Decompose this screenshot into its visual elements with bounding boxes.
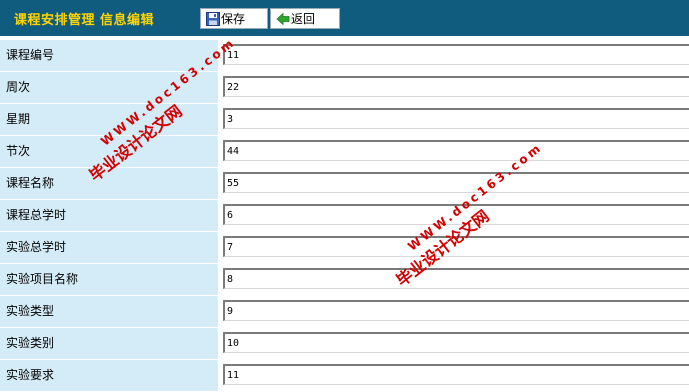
field-input-course-id[interactable]: 11 [223, 44, 689, 65]
field-label: 实验项目名称 [0, 264, 218, 295]
save-button-label: 保存 [221, 12, 246, 26]
back-button-label: 返回 [291, 12, 316, 26]
form-row-weekday: 星期 3 [0, 104, 689, 136]
field-input-lab-hours[interactable]: 7 [223, 236, 689, 257]
field-input-lab-type[interactable]: 9 [223, 300, 689, 321]
field-label: 节次 [0, 136, 218, 167]
form-row-lab-category: 实验类别 10 [0, 328, 689, 360]
field-input-week[interactable]: 22 [223, 76, 689, 97]
form-row-course-name: 课程名称 55 [0, 168, 689, 200]
form-row-period: 节次 44 [0, 136, 689, 168]
field-label: 课程编号 [0, 40, 218, 71]
form-row-lab-requirement: 实验要求 11 [0, 360, 689, 392]
field-label: 实验要求 [0, 360, 218, 391]
back-button[interactable]: 返回 [270, 8, 340, 29]
header-bar: 课程安排管理 信息编辑 保存 返回 [0, 0, 689, 36]
field-input-lab-project[interactable]: 8 [223, 268, 689, 289]
field-label: 实验类型 [0, 296, 218, 327]
field-input-lab-requirement[interactable]: 11 [223, 364, 689, 385]
field-label: 实验总学时 [0, 232, 218, 263]
field-input-weekday[interactable]: 3 [223, 108, 689, 129]
edit-form: 课程编号 11 周次 22 星期 3 节次 44 课程名称 55 课程总学时 6… [0, 40, 689, 392]
field-input-total-hours[interactable]: 6 [223, 204, 689, 225]
form-row-lab-hours: 实验总学时 7 [0, 232, 689, 264]
field-input-lab-category[interactable]: 10 [223, 332, 689, 353]
field-label: 实验类别 [0, 328, 218, 359]
save-button[interactable]: 保存 [200, 8, 268, 29]
form-row-lab-project: 实验项目名称 8 [0, 264, 689, 296]
form-row-week: 周次 22 [0, 72, 689, 104]
field-input-period[interactable]: 44 [223, 140, 689, 161]
form-row-course-id: 课程编号 11 [0, 40, 689, 72]
field-input-course-name[interactable]: 55 [223, 172, 689, 193]
field-label: 周次 [0, 72, 218, 103]
field-label: 课程名称 [0, 168, 218, 199]
form-row-total-hours: 课程总学时 6 [0, 200, 689, 232]
page-title: 课程安排管理 信息编辑 [14, 13, 155, 28]
save-icon [206, 11, 220, 26]
field-label: 课程总学时 [0, 200, 218, 231]
back-arrow-icon [276, 12, 290, 26]
form-row-lab-type: 实验类型 9 [0, 296, 689, 328]
field-label: 星期 [0, 104, 218, 135]
